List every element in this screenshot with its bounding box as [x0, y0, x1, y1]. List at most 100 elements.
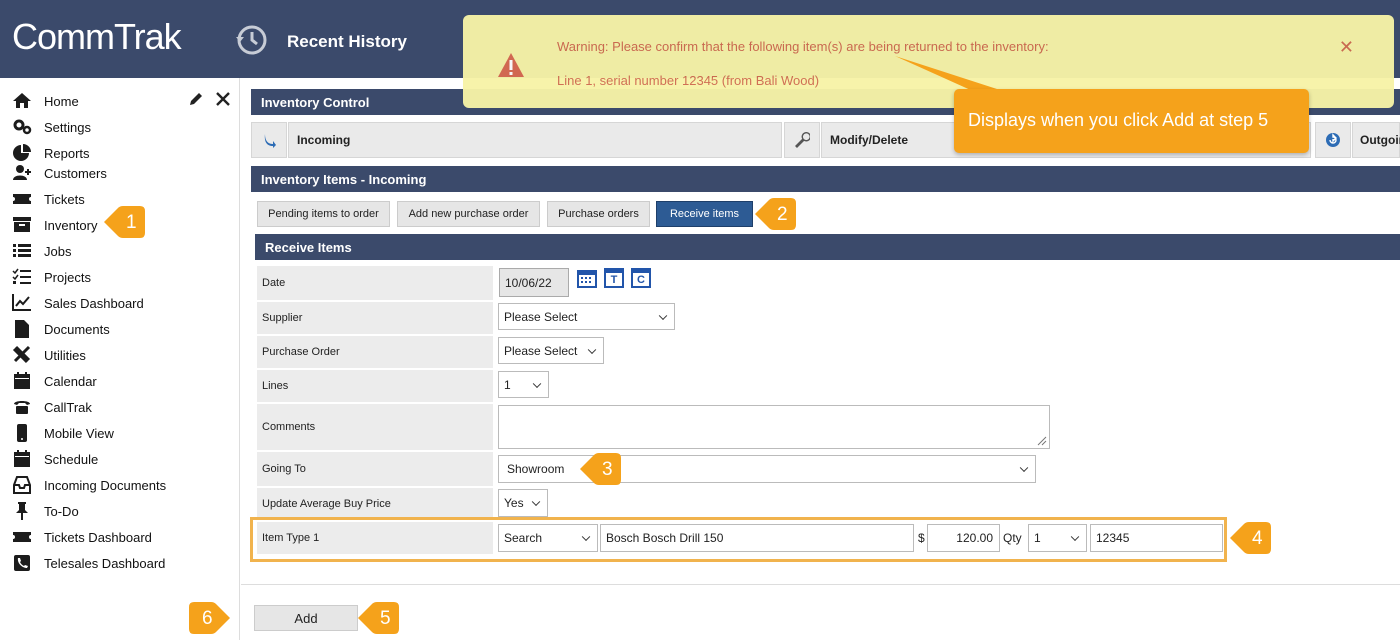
- sidebar-item-tickets[interactable]: Tickets: [12, 189, 85, 209]
- sidebar-item-label: Calendar: [44, 373, 97, 389]
- resize-handle-icon[interactable]: [1035, 434, 1047, 446]
- form-divider: [241, 584, 1400, 585]
- going-to-label: Going To: [257, 452, 493, 486]
- update-average-select[interactable]: Yes: [498, 489, 548, 517]
- gears-icon: [12, 118, 32, 136]
- tab-outgoing[interactable]: Outgoing: [1352, 122, 1400, 158]
- file-icon: [12, 320, 32, 338]
- date-input[interactable]: 10/06/22: [499, 268, 569, 297]
- sidebar-item-label: Tickets: [44, 191, 85, 207]
- sidebar-item-label: CallTrak: [44, 399, 92, 415]
- outgoing-icon[interactable]: [1315, 122, 1351, 158]
- sidebar-tools: [188, 90, 232, 108]
- incoming-icon[interactable]: [251, 122, 287, 158]
- calendar-icon: [12, 372, 32, 390]
- sidebar-item-telesales-dashboard[interactable]: Telesales Dashboard: [12, 553, 165, 573]
- sidebar-item-sales-dashboard[interactable]: Sales Dashboard: [12, 293, 144, 313]
- sidebar-item-documents[interactable]: Documents: [12, 319, 110, 339]
- sidebar-item-customers[interactable]: Customers: [12, 163, 107, 183]
- purchase-orders-button[interactable]: Purchase orders: [547, 201, 650, 227]
- add-button[interactable]: Add: [254, 605, 358, 631]
- annotation-note: Displays when you click Add at step 5: [954, 89, 1309, 153]
- callout-number: 3: [602, 459, 613, 480]
- sidebar-item-calendar[interactable]: Calendar: [12, 371, 97, 391]
- receive-items-header: Receive Items: [255, 234, 1400, 260]
- callout-number: 6: [202, 608, 213, 629]
- comments-label: Comments: [257, 404, 493, 450]
- inventory-items-incoming-header: Inventory Items - Incoming: [251, 166, 1400, 192]
- warning-detail: Line 1, serial number 12345 (from Bali W…: [557, 73, 820, 88]
- item-row-highlight: [250, 517, 1227, 562]
- step-callout-5: 5: [358, 600, 400, 636]
- sidebar-item-jobs[interactable]: Jobs: [12, 241, 71, 261]
- calendar-picker-icon[interactable]: [577, 268, 597, 288]
- history-icon[interactable]: [234, 23, 268, 57]
- warning-icon: [498, 53, 524, 77]
- sidebar-item-label: Inventory: [44, 217, 98, 233]
- list-icon: [12, 242, 32, 260]
- step-callout-3: 3: [580, 451, 622, 487]
- app-logo[interactable]: CommTrak: [12, 16, 182, 58]
- clear-date-icon[interactable]: C: [631, 268, 651, 288]
- callout-number: 5: [380, 608, 391, 629]
- warning-close-button[interactable]: ✕: [1339, 37, 1354, 58]
- add-purchase-order-button[interactable]: Add new purchase order: [397, 201, 540, 227]
- callout-number: 2: [777, 204, 788, 225]
- sidebar-item-inventory[interactable]: Inventory: [12, 215, 97, 235]
- wrench-icon[interactable]: [784, 122, 820, 158]
- sidebar-item-label: Tickets Dashboard: [44, 529, 152, 545]
- sidebar-item-home[interactable]: Home: [12, 91, 79, 111]
- sidebar-item-utilities[interactable]: Utilities: [12, 345, 86, 365]
- callout-number: 4: [1252, 528, 1263, 549]
- date-label: Date: [257, 266, 493, 300]
- close-sidebar-icon[interactable]: [216, 92, 230, 106]
- sidebar-item-label: Utilities: [44, 347, 86, 363]
- comments-textarea[interactable]: [498, 405, 1050, 449]
- sidebar-item-label: To-Do: [44, 503, 79, 519]
- phone-square-icon: [12, 554, 32, 572]
- purchase-order-label: Purchase Order: [257, 336, 493, 368]
- ticket-icon: [12, 528, 32, 546]
- sidebar-item-reports[interactable]: Reports: [12, 143, 90, 163]
- mobile-icon: [12, 424, 32, 442]
- pending-items-button[interactable]: Pending items to order: [257, 201, 390, 227]
- receive-items-button[interactable]: Receive items: [656, 201, 753, 227]
- tab-incoming[interactable]: Incoming: [288, 122, 782, 158]
- step-callout-1: 1: [104, 204, 146, 240]
- sidebar-item-label: Customers: [44, 165, 107, 181]
- sidebar-item-label: Telesales Dashboard: [44, 555, 166, 571]
- sidebar-item-tickets-dashboard[interactable]: Tickets Dashboard: [12, 527, 152, 547]
- pin-icon: [12, 502, 32, 520]
- warning-message: Warning: Please confirm that the followi…: [557, 39, 1049, 54]
- purchase-order-select[interactable]: Please Select: [498, 337, 604, 364]
- calendar-icon: [12, 450, 32, 468]
- sidebar-item-label: Reports: [44, 145, 90, 161]
- lines-label: Lines: [257, 370, 493, 402]
- today-icon[interactable]: T: [604, 268, 624, 288]
- sidebar-item-calltrak[interactable]: CallTrak: [12, 397, 92, 417]
- sidebar-item-settings[interactable]: Settings: [12, 117, 91, 137]
- going-to-select[interactable]: Showroom: [498, 455, 1036, 483]
- tools-icon: [12, 345, 32, 364]
- step-callout-6: 6: [188, 600, 230, 636]
- home-icon: [12, 92, 32, 110]
- phone-icon: [12, 398, 32, 416]
- checklist-icon: [12, 268, 32, 286]
- sidebar-item-mobile-view[interactable]: Mobile View: [12, 423, 114, 443]
- sidebar-item-to-do[interactable]: To-Do: [12, 501, 79, 521]
- sidebar-item-label: Jobs: [44, 243, 72, 259]
- update-average-label: Update Average Buy Price: [257, 488, 493, 520]
- user-plus-icon: [12, 164, 32, 182]
- pencil-icon[interactable]: [188, 91, 204, 107]
- supplier-label: Supplier: [257, 302, 493, 334]
- sidebar-item-schedule[interactable]: Schedule: [12, 449, 98, 469]
- lines-select[interactable]: 1: [498, 371, 549, 398]
- sidebar-item-projects[interactable]: Projects: [12, 267, 91, 287]
- line-chart-icon: [12, 294, 32, 312]
- supplier-select[interactable]: Please Select: [498, 303, 675, 330]
- recent-history-label[interactable]: Recent History: [287, 32, 407, 52]
- step-callout-4: 4: [1230, 520, 1272, 556]
- sidebar-item-label: Sales Dashboard: [44, 295, 144, 311]
- sidebar-item-label: Projects: [44, 269, 91, 285]
- sidebar-item-incoming-documents[interactable]: Incoming Documents: [12, 475, 166, 495]
